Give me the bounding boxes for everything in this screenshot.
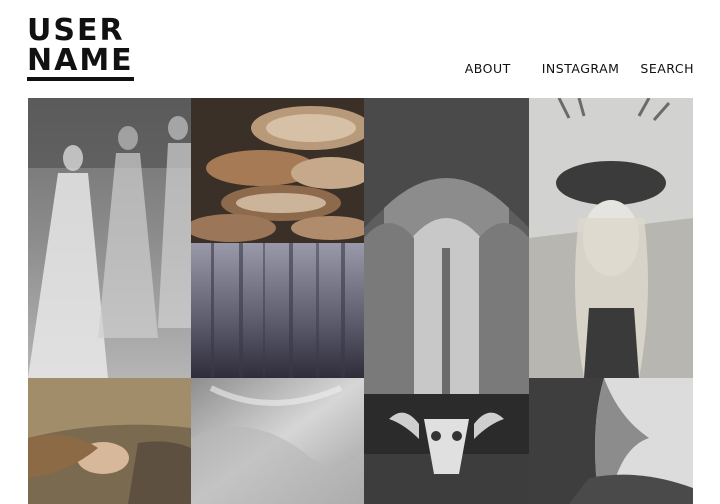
photo-bracket-fungus[interactable] [191, 98, 364, 243]
photo-sequined-fabric[interactable] [191, 378, 364, 504]
photo-gallery [28, 98, 693, 504]
photo-woman-lying-in-grass[interactable] [28, 378, 191, 504]
photo-figure-in-mist[interactable] [529, 378, 693, 504]
logo-line-1: USER [27, 13, 125, 48]
photo-misty-forest[interactable] [191, 243, 364, 378]
logo-line-2: NAME [27, 46, 134, 81]
nav-about[interactable]: ABOUT [465, 61, 511, 76]
photo-woman-antler-crown[interactable] [529, 98, 693, 378]
main-nav: ABOUT INSTAGRAM SEARCH [465, 61, 694, 76]
nav-instagram[interactable]: INSTAGRAM [542, 61, 620, 76]
site-logo[interactable]: USER NAME [27, 16, 134, 81]
nav-search[interactable]: SEARCH [640, 61, 694, 76]
photo-three-women-in-gowns[interactable] [28, 98, 191, 378]
photo-ram-skull[interactable] [364, 394, 529, 504]
photo-gothic-cathedral-arches[interactable] [364, 98, 529, 394]
